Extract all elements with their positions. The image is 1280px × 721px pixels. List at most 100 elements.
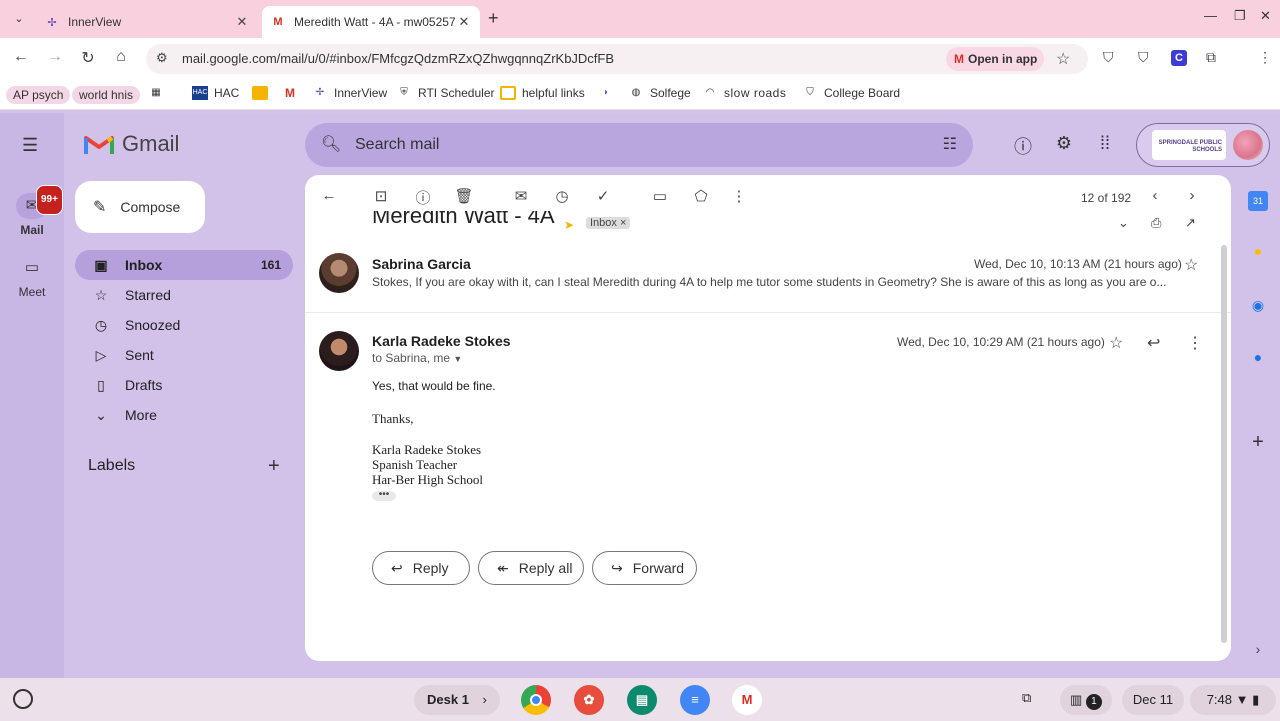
browser-menu-icon[interactable]: ⋮ bbox=[1258, 49, 1272, 66]
rail-mail[interactable]: ✉ 99+ Mail bbox=[0, 185, 64, 237]
classroom-app-icon[interactable]: ▤ bbox=[627, 685, 657, 715]
star-icon[interactable]: ☆ bbox=[1109, 333, 1123, 353]
close-window-icon[interactable]: ✕ bbox=[1260, 8, 1271, 24]
label-icon[interactable]: ⬠ bbox=[691, 187, 711, 205]
reload-icon[interactable]: ↻ bbox=[77, 48, 99, 68]
nav-more[interactable]: ⌄ More bbox=[75, 400, 293, 430]
archive-icon[interactable]: ⊡ bbox=[371, 187, 391, 205]
bookmark-world-hnis[interactable]: world hnis bbox=[72, 86, 141, 104]
new-tab-button[interactable]: + bbox=[488, 8, 499, 29]
scrollbar[interactable] bbox=[1221, 245, 1227, 643]
close-tab-icon[interactable]: ✕ bbox=[234, 14, 250, 30]
bookmark-apps-grid[interactable]: ▦ bbox=[148, 86, 170, 100]
delete-icon[interactable]: 🗑︎ bbox=[454, 187, 474, 205]
bookmark-classroom[interactable] bbox=[252, 86, 274, 100]
site-info-icon[interactable]: ⚙ bbox=[156, 50, 168, 66]
settings-gear-icon[interactable]: ⚙ bbox=[1053, 133, 1075, 154]
tab-innerview[interactable]: ✢ InnerView ✕ bbox=[36, 6, 258, 38]
docs-app-icon[interactable]: ≡ bbox=[680, 685, 710, 715]
bookmark-rti-scheduler[interactable]: ⛨ RTI Scheduler bbox=[396, 86, 494, 100]
apps-grid-icon[interactable]: ⁞⁞ bbox=[1094, 133, 1116, 154]
account-switcher[interactable]: SPRINGDALE PUBLIC SCHOOLS bbox=[1136, 123, 1270, 167]
tab-search-button[interactable]: ⌄ bbox=[8, 8, 30, 30]
reply-button[interactable]: ↩ Reply bbox=[372, 551, 470, 585]
move-to-icon[interactable]: ▭ bbox=[650, 187, 670, 205]
message-collapsed[interactable]: Sabrina Garcia Wed, Dec 10, 10:13 AM (21… bbox=[305, 251, 1231, 313]
reply-icon[interactable]: ↩ bbox=[1147, 333, 1160, 353]
inbox-label-chip[interactable]: Inbox × bbox=[586, 217, 631, 229]
bookmark-helpful-links[interactable]: helpful links bbox=[500, 86, 585, 100]
help-icon[interactable]: ⓘ bbox=[1012, 133, 1034, 159]
bookmark-gmail[interactable]: M bbox=[282, 86, 304, 100]
newer-chevron-icon[interactable]: ‹ bbox=[1145, 187, 1165, 204]
chrome-app-icon[interactable] bbox=[521, 685, 551, 715]
date-tray[interactable]: Dec 11 bbox=[1122, 685, 1184, 715]
nav-inbox[interactable]: ▣ Inbox 161 bbox=[75, 250, 293, 280]
tab-gmail[interactable]: M Meredith Watt - 4A - mw05257 ✕ bbox=[262, 6, 480, 38]
status-tray[interactable]: 7:48 ▼ ▮ bbox=[1190, 685, 1276, 715]
reply-all-button[interactable]: ↞ Reply all bbox=[478, 551, 584, 585]
report-spam-icon[interactable]: ⓘ bbox=[413, 187, 433, 208]
calendar-icon[interactable]: 31 bbox=[1248, 191, 1268, 211]
bookmark-slow-roads[interactable]: ◠ slow roads bbox=[702, 86, 786, 100]
back-icon[interactable]: ← bbox=[10, 48, 32, 66]
tasks-icon[interactable]: ◉ bbox=[1248, 297, 1268, 317]
print-icon[interactable]: ⎙ bbox=[1151, 215, 1161, 231]
forward-icon[interactable]: → bbox=[44, 48, 66, 66]
snooze-icon[interactable]: ◷ bbox=[552, 187, 572, 205]
expand-side-panel-icon[interactable]: › bbox=[1248, 641, 1268, 661]
bookmark-solfege[interactable]: ◍ Solfege bbox=[628, 86, 691, 100]
keep-icon[interactable]: ● bbox=[1248, 243, 1268, 263]
restore-icon[interactable]: ❐ bbox=[1234, 8, 1246, 24]
bookmark-ap-psych[interactable]: AP psych bbox=[6, 86, 71, 104]
show-trimmed-content-button[interactable]: ••• bbox=[372, 490, 396, 501]
search-input[interactable] bbox=[355, 133, 895, 157]
expand-all-icon[interactable]: ⌄ bbox=[1118, 215, 1129, 231]
extension-shield-2-icon[interactable]: ⛉ bbox=[1138, 49, 1149, 66]
add-addon-icon[interactable]: + bbox=[1248, 431, 1268, 453]
notifications-tray[interactable]: ▥ 1 bbox=[1060, 685, 1112, 715]
mark-unread-icon[interactable]: ✉ bbox=[511, 187, 531, 205]
home-icon[interactable]: ⌂ bbox=[110, 48, 132, 66]
search-options-icon[interactable]: ☷ bbox=[943, 134, 957, 154]
back-to-inbox-icon[interactable]: ← bbox=[319, 187, 339, 204]
bookmark-college-board[interactable]: ⛉ College Board bbox=[802, 86, 900, 100]
paint-app-icon[interactable]: ✿ bbox=[574, 685, 604, 715]
rail-meet[interactable]: ▭ Meet bbox=[0, 255, 64, 299]
bookmark-purple[interactable]: ◗ bbox=[598, 86, 620, 100]
nav-sent[interactable]: ▷ Sent bbox=[75, 340, 293, 370]
nav-starred[interactable]: ☆ Starred bbox=[75, 280, 293, 310]
bookmark-hac[interactable]: HAC HAC bbox=[192, 86, 239, 100]
main-menu-icon[interactable]: ☰ bbox=[22, 135, 42, 156]
url-text[interactable]: mail.google.com/mail/u/0/#inbox/FMfcgzQd… bbox=[182, 51, 614, 66]
bookmark-star-icon[interactable]: ☆ bbox=[1056, 49, 1070, 69]
contacts-icon[interactable]: ● bbox=[1248, 349, 1268, 369]
bookmark-innerview[interactable]: ✢ InnerView bbox=[312, 86, 387, 100]
nav-snoozed[interactable]: ◷ Snoozed bbox=[75, 310, 293, 340]
gmail-app-icon[interactable]: M bbox=[732, 685, 762, 715]
open-in-app-button[interactable]: M Open in app bbox=[946, 47, 1044, 71]
important-marker-icon[interactable]: ➤ bbox=[564, 218, 574, 232]
recipients[interactable]: to Sabrina, me ▼ bbox=[372, 351, 462, 365]
compose-button[interactable]: ✎ Compose bbox=[75, 181, 205, 233]
account-avatar[interactable] bbox=[1233, 130, 1263, 160]
holding-space-icon[interactable]: ⧉ bbox=[1022, 690, 1031, 706]
nav-drafts[interactable]: ▯ Drafts bbox=[75, 370, 293, 400]
search-icon[interactable]: 🔍︎ bbox=[321, 134, 341, 154]
desk-button[interactable]: Desk 1 › bbox=[414, 685, 500, 715]
star-icon[interactable]: ☆ bbox=[1184, 255, 1198, 275]
older-chevron-icon[interactable]: › bbox=[1182, 187, 1202, 204]
more-options-icon[interactable]: ⋮ bbox=[729, 187, 749, 205]
add-label-icon[interactable]: + bbox=[268, 455, 280, 478]
gmail-logo[interactable]: Gmail bbox=[84, 131, 179, 157]
extension-shield-icon[interactable]: ⛉ bbox=[1103, 49, 1114, 66]
open-new-window-icon[interactable]: ↗ bbox=[1185, 215, 1196, 231]
close-tab-icon[interactable]: ✕ bbox=[456, 14, 472, 30]
address-bar[interactable]: ⚙ mail.google.com/mail/u/0/#inbox/FMfcgz… bbox=[146, 44, 1088, 74]
message-more-icon[interactable]: ⋮ bbox=[1187, 333, 1203, 353]
minimize-icon[interactable]: — bbox=[1204, 8, 1217, 23]
extension-c-icon[interactable]: C bbox=[1171, 50, 1187, 66]
forward-button[interactable]: ↪ Forward bbox=[592, 551, 697, 585]
extensions-puzzle-icon[interactable]: ⧉ bbox=[1206, 49, 1216, 66]
add-task-icon[interactable]: ✓ bbox=[593, 187, 613, 205]
